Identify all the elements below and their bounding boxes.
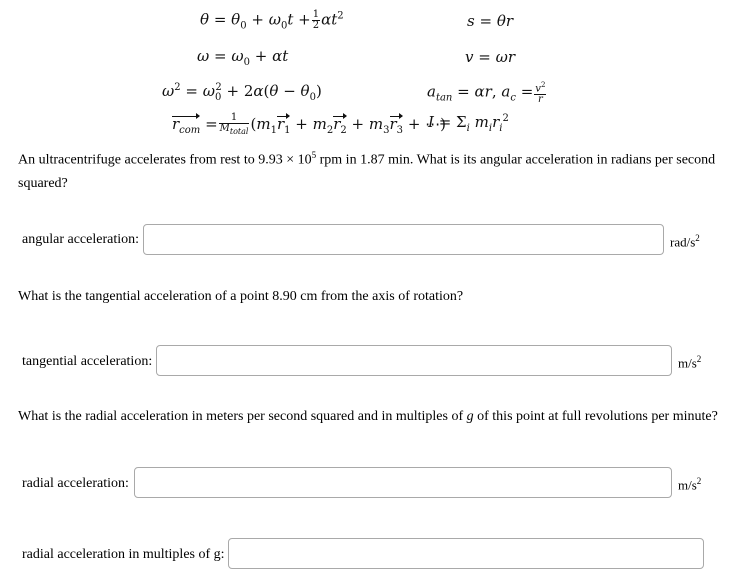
radial-acceleration-label: radial acceleration: xyxy=(22,476,129,491)
radial-acceleration-input[interactable] xyxy=(134,467,672,498)
unit-text: m/s xyxy=(678,355,697,371)
formula-omega: ω = ω0 + αt xyxy=(197,47,289,68)
radial-acceleration-g-label: radial acceleration in multiples of g: xyxy=(22,547,225,562)
formula-arc-length: s = θr xyxy=(467,12,514,30)
formula-acceleration: atan = αr, ac = v2 r xyxy=(427,81,547,106)
angular-acceleration-unit: rad/s2 xyxy=(670,233,700,250)
formula-velocity: v = ωr xyxy=(465,48,515,66)
question-3-text-part: What is the radial acceleration in meter… xyxy=(18,409,467,424)
unit-exponent: 2 xyxy=(696,354,702,364)
formula-omega-squared: ω2 = ω02 + 2α(θ − θ0) xyxy=(162,82,322,103)
formula-moment-of-inertia: I = Σi miri2 xyxy=(428,113,509,134)
unit-text: rad/s xyxy=(670,234,696,250)
tangential-acceleration-unit: m/s2 xyxy=(678,354,701,371)
formula-theta: θ = θ0 + ω0t +1 2 αt2 xyxy=(200,9,344,32)
unit-exponent: 2 xyxy=(696,476,702,486)
question-1-text-part: An ultracentrifuge accelerates from rest… xyxy=(18,152,312,168)
unit-exponent: 2 xyxy=(695,233,700,243)
question-3-text: What is the radial acceleration in meter… xyxy=(18,405,718,428)
question-2-text: What is the tangential acceleration of a… xyxy=(18,289,464,304)
question-3-italic-g: g xyxy=(466,409,474,424)
radial-acceleration-g-input[interactable] xyxy=(228,538,704,569)
question-1-text: An ultracentrifuge accelerates from rest… xyxy=(18,144,718,195)
formula-center-of-mass: rcom = 1 Mtotal (m1r1 + m2r2 + m3r3 + ⋯) xyxy=(172,112,447,136)
angular-acceleration-label: angular acceleration: xyxy=(22,232,139,247)
angular-acceleration-input[interactable] xyxy=(143,224,664,255)
tangential-acceleration-input[interactable] xyxy=(156,345,672,376)
radial-acceleration-unit: m/s2 xyxy=(678,476,701,493)
tangential-acceleration-label: tangential acceleration: xyxy=(22,354,153,369)
question-3-text-part: of this point at full revolutions per mi… xyxy=(473,409,718,424)
unit-text: m/s xyxy=(678,477,697,493)
